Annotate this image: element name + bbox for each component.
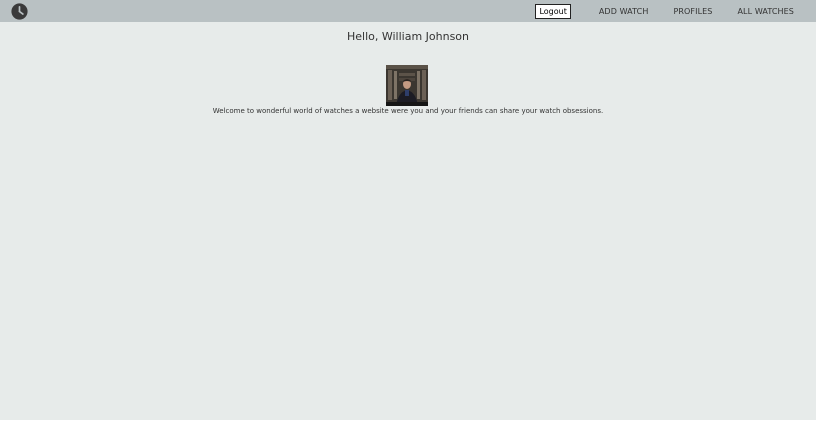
avatar bbox=[386, 65, 428, 106]
nav-add-watch-link[interactable]: ADD WATCH bbox=[599, 7, 649, 16]
page-title: Hello, William Johnson bbox=[346, 30, 470, 43]
nav-all-watches-link[interactable]: ALL WATCHES bbox=[737, 7, 794, 16]
clock-icon[interactable] bbox=[11, 3, 28, 20]
logout-button[interactable]: Logout bbox=[535, 3, 571, 19]
nav-profiles-link[interactable]: PROFILES bbox=[673, 7, 712, 16]
top-navbar: Logout ADD WATCH PROFILES ALL WATCHES bbox=[0, 0, 816, 22]
nav-links: Logout ADD WATCH PROFILES ALL WATCHES bbox=[535, 0, 816, 22]
welcome-text: Welcome to wonderful world of watches a … bbox=[212, 107, 604, 115]
